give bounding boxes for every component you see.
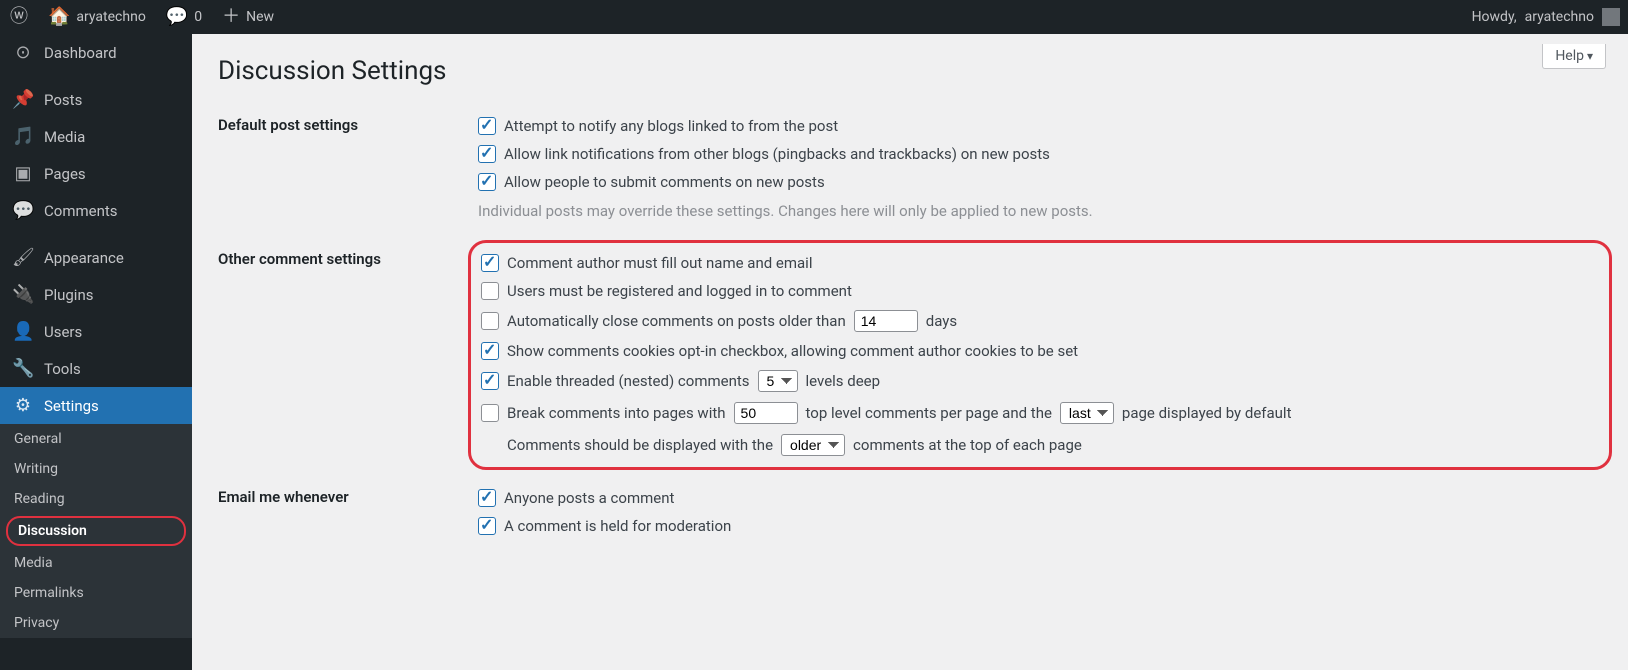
option-label: Show comments cookies opt-in checkbox, a… — [507, 342, 1078, 360]
comments-icon: 💬 — [12, 200, 34, 221]
sidebar-item-posts[interactable]: 📌 Posts — [0, 81, 192, 118]
main-content: Help Discussion Settings Default post se… — [192, 34, 1628, 670]
checkbox-author-name-email[interactable] — [481, 254, 499, 272]
submenu-reading[interactable]: Reading — [0, 484, 192, 514]
checkbox-allow-comments[interactable] — [478, 173, 496, 191]
checkbox-registration-required[interactable] — [481, 282, 499, 300]
sidebar-item-tools[interactable]: 🔧 Tools — [0, 350, 192, 387]
sidebar-item-label: Posts — [44, 91, 82, 109]
option-label: Allow people to submit comments on new p… — [504, 173, 825, 191]
option-label-post: comments at the top of each page — [853, 436, 1082, 454]
checkbox-cookies-optin[interactable] — [481, 342, 499, 360]
sidebar-item-label: Dashboard — [44, 44, 117, 62]
submenu-permalinks[interactable]: Permalinks — [0, 578, 192, 608]
brush-icon: 🖌 — [12, 247, 34, 268]
section-heading-other-comment: Other comment settings — [218, 242, 478, 480]
option-label-post: levels deep — [806, 372, 881, 390]
username: aryatechno — [1525, 9, 1594, 25]
option-label-pre: Enable threaded (nested) comments — [507, 372, 750, 390]
wp-logo[interactable]: ⓦ — [6, 8, 32, 26]
default-post-note: Individual posts may override these sett… — [478, 196, 1602, 226]
plus-icon: ＋ — [222, 8, 240, 26]
home-icon: 🏠 — [48, 8, 70, 26]
new-link[interactable]: ＋ New — [218, 8, 278, 26]
option-label: Attempt to notify any blogs linked to fr… — [504, 117, 838, 135]
user-icon: 👤 — [12, 321, 34, 342]
submenu-media[interactable]: Media — [0, 548, 192, 578]
checkbox-email-on-comment[interactable] — [478, 489, 496, 507]
threaded-levels-select[interactable]: 5 — [758, 370, 798, 392]
option-label-post: page displayed by default — [1122, 404, 1292, 422]
howdy-prefix: Howdy, — [1472, 9, 1517, 25]
plugin-icon: 🔌 — [12, 284, 34, 305]
sidebar-item-pages[interactable]: ▣ Pages — [0, 155, 192, 192]
sidebar-item-label: Users — [44, 323, 82, 341]
admin-sidebar: ⊙ Dashboard 📌 Posts 🎵 Media ▣ Pages 💬 Comment… — [0, 34, 192, 670]
highlight-annotation: Comment author must fill out name and em… — [468, 240, 1612, 470]
checkbox-email-on-moderation[interactable] — [478, 517, 496, 535]
checkbox-threaded-comments[interactable] — [481, 372, 499, 390]
sidebar-item-label: Comments — [44, 202, 118, 220]
submenu-discussion[interactable]: Discussion — [6, 516, 186, 546]
comment-icon: 💬 — [166, 8, 188, 26]
admin-toolbar: ⓦ 🏠aryatechno 💬0 ＋New Howdy, aryatechno — [0, 0, 1628, 34]
option-label-pre: Break comments into pages with — [507, 404, 726, 422]
comments-link[interactable]: 💬0 — [162, 8, 206, 26]
checkbox-paginate-comments[interactable] — [481, 404, 499, 422]
option-label: A comment is held for moderation — [504, 517, 731, 535]
comment-order-select[interactable]: older — [781, 434, 845, 456]
close-comments-days-input[interactable] — [854, 310, 918, 332]
option-label: Comment author must fill out name and em… — [507, 254, 812, 272]
sidebar-item-media[interactable]: 🎵 Media — [0, 118, 192, 155]
help-tab[interactable]: Help — [1542, 44, 1606, 69]
site-link[interactable]: 🏠 aryatechno — [44, 8, 150, 26]
avatar — [1602, 8, 1620, 26]
sidebar-item-users[interactable]: 👤 Users — [0, 313, 192, 350]
settings-submenu: General Writing Reading Discussion Media… — [0, 424, 192, 638]
page-title: Discussion Settings — [218, 56, 1602, 86]
wrench-icon: 🔧 — [12, 358, 34, 379]
account-menu[interactable]: Howdy, aryatechno — [1472, 8, 1620, 26]
submenu-writing[interactable]: Writing — [0, 454, 192, 484]
sidebar-item-label: Media — [44, 128, 85, 146]
checkbox-allow-pingbacks[interactable] — [478, 145, 496, 163]
sidebar-item-label: Pages — [44, 165, 86, 183]
sidebar-item-dashboard[interactable]: ⊙ Dashboard — [0, 34, 192, 71]
option-label-mid: top level comments per page and the — [806, 404, 1052, 422]
default-page-select[interactable]: last — [1060, 402, 1114, 424]
new-label: New — [246, 9, 274, 25]
submenu-privacy[interactable]: Privacy — [0, 608, 192, 638]
sidebar-item-appearance[interactable]: 🖌 Appearance — [0, 239, 192, 276]
pin-icon: 📌 — [12, 89, 34, 110]
option-label-pre: Comments should be displayed with the — [507, 436, 773, 454]
comments-count: 0 — [194, 9, 202, 25]
dashboard-icon: ⊙ — [12, 42, 34, 63]
site-name: aryatechno — [76, 9, 145, 25]
gear-icon: ⚙ — [12, 395, 34, 416]
section-heading-default-post: Default post settings — [218, 108, 478, 242]
sidebar-item-plugins[interactable]: 🔌 Plugins — [0, 276, 192, 313]
sidebar-item-label: Plugins — [44, 286, 93, 304]
pages-icon: ▣ — [12, 163, 34, 184]
submenu-general[interactable]: General — [0, 424, 192, 454]
checkbox-notify-blogs[interactable] — [478, 117, 496, 135]
sidebar-item-label: Appearance — [44, 249, 124, 267]
sidebar-item-comments[interactable]: 💬 Comments — [0, 192, 192, 229]
comments-per-page-input[interactable] — [734, 402, 798, 424]
checkbox-close-old-comments[interactable] — [481, 312, 499, 330]
section-heading-email-me: Email me whenever — [218, 480, 478, 556]
option-label: Anyone posts a comment — [504, 489, 674, 507]
option-label-post: days — [926, 312, 957, 330]
media-icon: 🎵 — [12, 126, 34, 147]
sidebar-item-settings[interactable]: ⚙ Settings — [0, 387, 192, 424]
sidebar-item-label: Tools — [44, 360, 81, 378]
option-label: Allow link notifications from other blog… — [504, 145, 1050, 163]
sidebar-item-label: Settings — [44, 397, 99, 415]
option-label-pre: Automatically close comments on posts ol… — [507, 312, 846, 330]
option-label: Users must be registered and logged in t… — [507, 282, 852, 300]
